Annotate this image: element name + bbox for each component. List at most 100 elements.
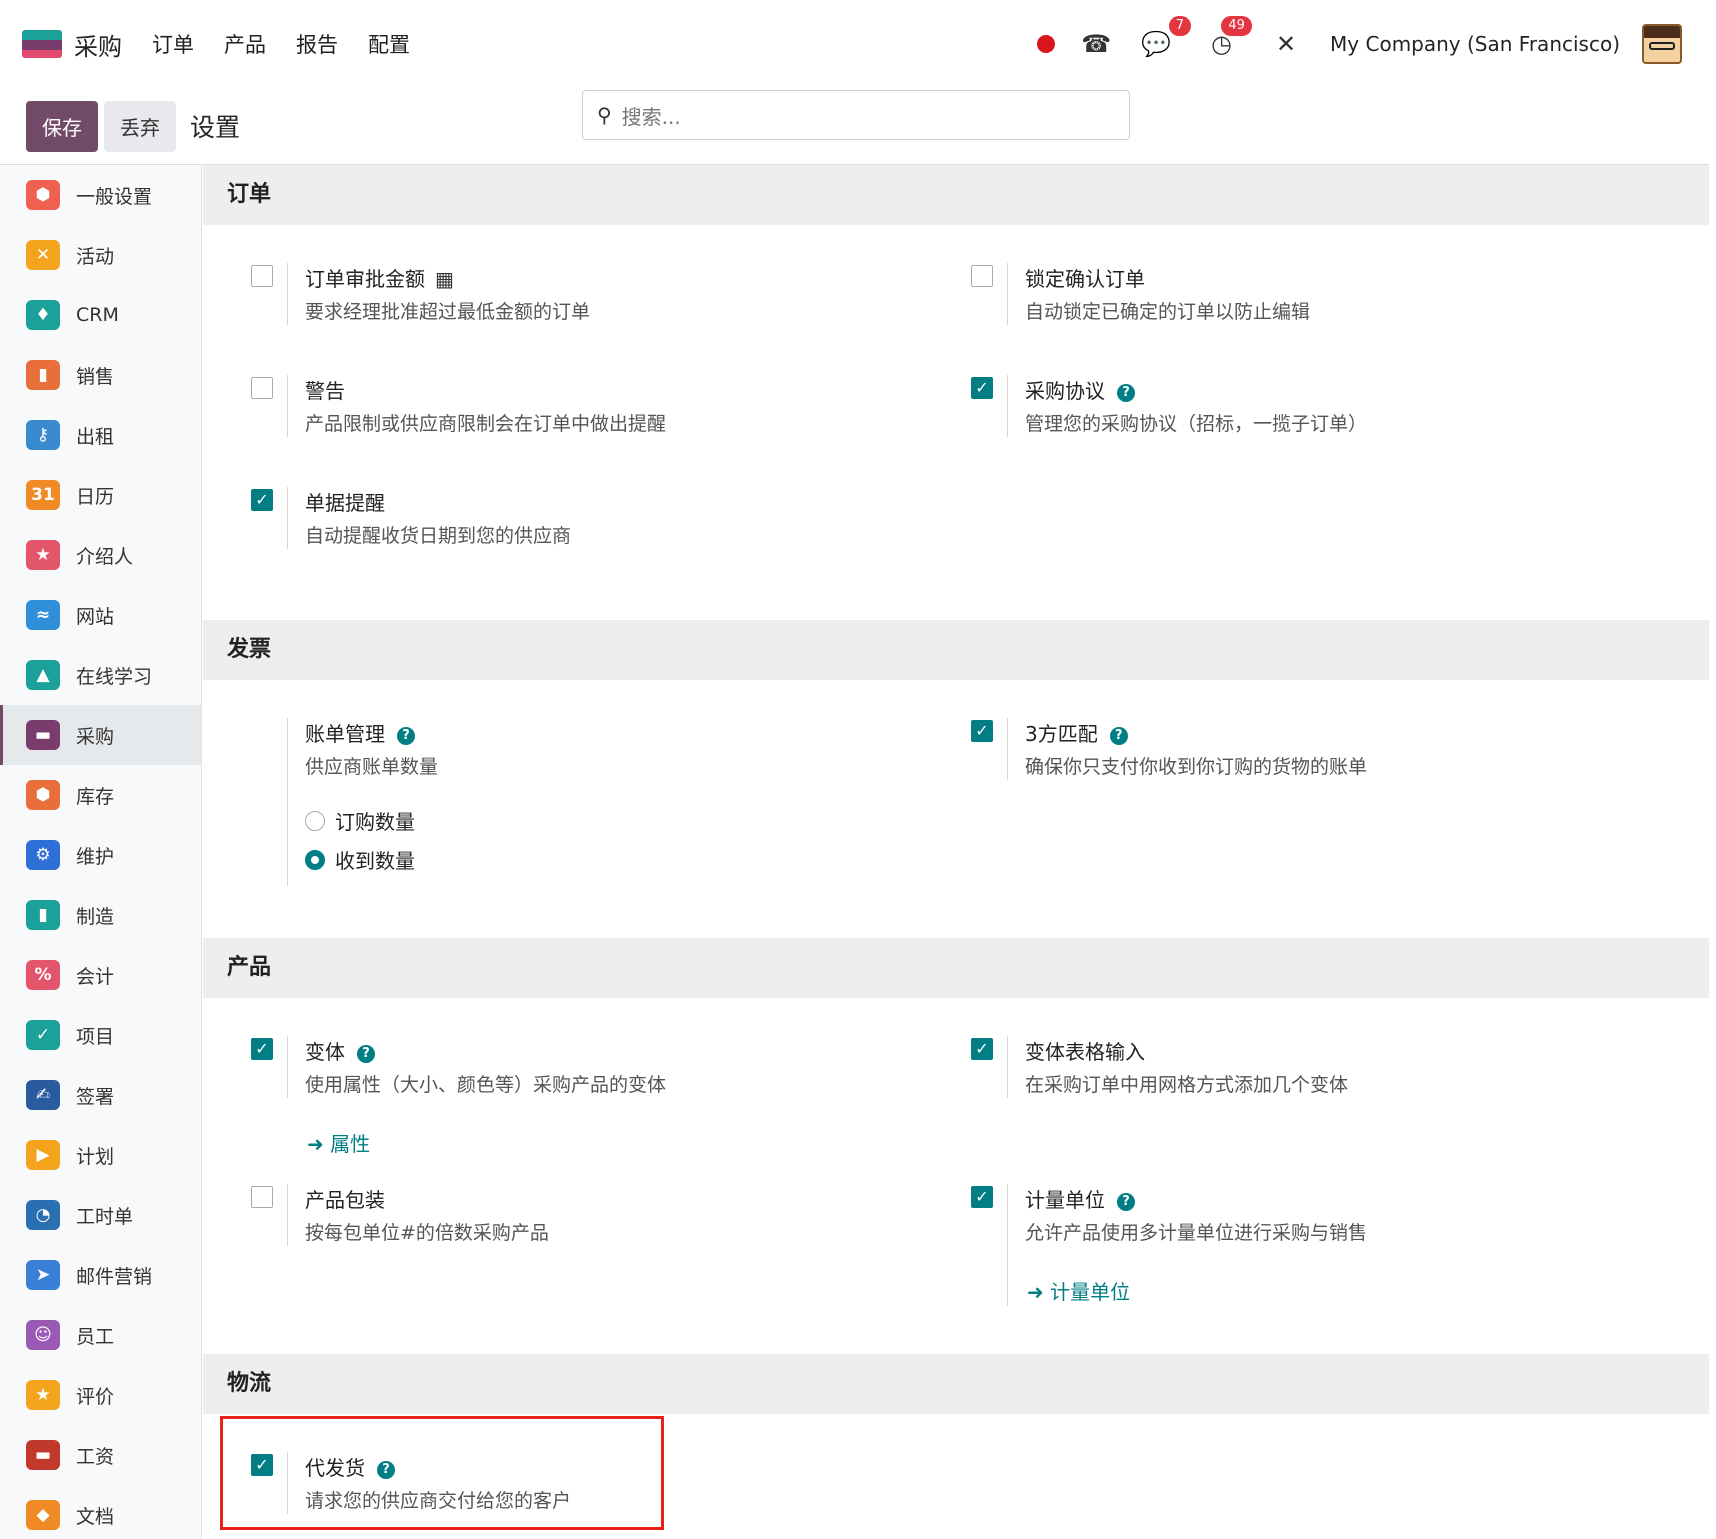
uom-link[interactable]: ➜ 计量单位 — [1027, 1276, 1130, 1305]
sidebar-item[interactable]: ♦ CRM — [0, 285, 201, 345]
sidebar-item[interactable]: ✕ 活动 — [0, 225, 201, 285]
sidebar-item[interactable]: ★ 评价 — [0, 1365, 201, 1425]
section-header-orders: 订单 — [203, 165, 1709, 225]
checkbox-purchase-agreements[interactable]: ✓ — [971, 377, 993, 399]
radio-button-selected[interactable] — [305, 849, 325, 870]
sidebar-item[interactable]: ▬ 采购 — [0, 705, 201, 765]
search-icon: ⚲ — [597, 103, 612, 127]
checkbox-product-packaging[interactable] — [251, 1186, 273, 1208]
radio-ordered-qty[interactable]: 订购数量 — [305, 806, 415, 835]
sidebar-item-label: 销售 — [76, 365, 115, 388]
radio-button[interactable] — [305, 810, 325, 831]
help-icon[interactable]: ? — [1109, 727, 1128, 745]
setting-description: 按每包单位#的倍数采购产品 — [305, 1222, 549, 1244]
sidebar-app-icon: ☺ — [26, 1320, 60, 1350]
checkbox-order-approval[interactable] — [251, 265, 273, 287]
app-name[interactable]: 采购 — [74, 27, 122, 62]
checkbox-lock-orders[interactable] — [971, 265, 993, 287]
sidebar-item[interactable]: ⬢ 库存 — [0, 765, 201, 825]
checkbox-3way-match[interactable]: ✓ — [971, 720, 993, 742]
menu-orders[interactable]: 订单 — [152, 29, 194, 59]
sidebar-item-label: 网站 — [76, 605, 115, 628]
company-building-icon: ▦ — [435, 267, 454, 291]
sidebar-item[interactable]: 31 日历 — [0, 465, 201, 525]
setting-description: 自动提醒收货日期到您的供应商 — [305, 525, 572, 547]
sidebar-item-label: 评价 — [76, 1385, 115, 1408]
sidebar-app-icon: ⬢ — [26, 180, 60, 210]
checkbox-variants[interactable]: ✓ — [251, 1038, 273, 1060]
discard-button[interactable]: 丢弃 — [104, 100, 176, 152]
sidebar-app-icon: % — [26, 960, 60, 990]
setting-description: 在采购订单中用网格方式添加几个变体 — [1025, 1074, 1349, 1096]
menu-products[interactable]: 产品 — [224, 29, 266, 59]
setting-title: 单据提醒 — [305, 491, 385, 515]
checkbox-warnings[interactable] — [251, 377, 273, 399]
section-header-invoice: 发票 — [203, 620, 1709, 680]
sidebar-item[interactable]: ⚙ 维护 — [0, 825, 201, 885]
phone-icon[interactable]: ☎ — [1081, 30, 1111, 58]
checkbox-receipt-reminder[interactable]: ✓ — [251, 489, 273, 511]
link-label: 计量单位 — [1050, 1280, 1131, 1304]
sidebar-item[interactable]: ▶ 计划 — [0, 1125, 201, 1185]
record-icon[interactable] — [1037, 35, 1056, 53]
setting-description: 产品限制或供应商限制会在订单中做出提醒 — [305, 413, 667, 435]
sidebar-item-label: 计划 — [76, 1145, 115, 1168]
settings-main: 订单 订单审批金额 ▦ 要求经理批准超过最低金额的订单 锁定确认订单 自动锁定已确… — [203, 164, 1709, 1539]
section-header-logistics: 物流 — [203, 1354, 1709, 1414]
sidebar-item[interactable]: ◆ 文档 — [0, 1485, 201, 1539]
sidebar-app-icon: ▬ — [26, 1440, 60, 1470]
sidebar-item[interactable]: ▲ 在线学习 — [0, 645, 201, 705]
page-title: 设置 — [190, 113, 241, 142]
sidebar-item[interactable]: ▬ 工资 — [0, 1425, 201, 1485]
user-avatar[interactable] — [1642, 24, 1682, 64]
sidebar-item-label: 在线学习 — [76, 665, 153, 688]
sidebar-app-icon: ◆ — [26, 1500, 60, 1530]
checkbox-variant-grid[interactable]: ✓ — [971, 1038, 993, 1060]
sidebar-item[interactable]: ◔ 工时单 — [0, 1185, 201, 1245]
checkbox-units-of-measure[interactable]: ✓ — [971, 1186, 993, 1208]
sidebar-item[interactable]: ≈ 网站 — [0, 585, 201, 645]
sidebar-item[interactable]: % 会计 — [0, 945, 201, 1005]
activity-clock-icon[interactable]: ◷ 49 — [1211, 16, 1252, 58]
sidebar-item[interactable]: ▮ 销售 — [0, 345, 201, 405]
company-switcher[interactable]: My Company (San Francisco) — [1330, 32, 1620, 56]
sidebar-item-label: 项目 — [76, 1025, 115, 1048]
sidebar-app-icon: ➤ — [26, 1260, 60, 1290]
sidebar-item-label: 签署 — [76, 1085, 115, 1108]
search-input[interactable]: ⚲ 搜索... — [582, 90, 1130, 140]
sidebar-item[interactable]: ☺ 员工 — [0, 1305, 201, 1365]
activities-badge: 49 — [1221, 16, 1252, 36]
help-icon[interactable]: ? — [1117, 1193, 1135, 1211]
sidebar-item[interactable]: ★ 介绍人 — [0, 525, 201, 585]
save-button[interactable]: 保存 — [26, 100, 98, 152]
menu-reports[interactable]: 报告 — [296, 29, 338, 59]
sidebar-app-icon: ▲ — [26, 660, 60, 690]
sidebar-item[interactable]: ▮ 制造 — [0, 885, 201, 945]
help-icon[interactable]: ? — [397, 727, 415, 745]
sidebar-item[interactable]: ➤ 邮件营销 — [0, 1245, 201, 1305]
sidebar-item-label: 日历 — [76, 485, 115, 508]
sidebar-item-label: 活动 — [76, 245, 115, 268]
menu-configuration[interactable]: 配置 — [368, 29, 410, 59]
help-icon[interactable]: ? — [357, 1045, 375, 1063]
radio-label: 订购数量 — [335, 810, 415, 834]
messages-badge: 7 — [1168, 16, 1191, 36]
sidebar-item-label: 出租 — [76, 425, 115, 448]
purchase-app-icon[interactable] — [22, 30, 62, 58]
setting-title: 账单管理 — [305, 722, 385, 746]
setting-title: 采购协议 — [1025, 379, 1105, 403]
sidebar-item[interactable]: ⚷ 出租 — [0, 405, 201, 465]
setting-title: 变体表格输入 — [1025, 1040, 1145, 1064]
settings-sidebar: ⬢ 一般设置 ✕ 活动 ♦ CRM ▮ 销售 ⚷ 出租 31 日历 ★ 介绍人 ≈ 网站 ▲ 在线学习 ▬ 采购 ⬢ 库存… — [0, 164, 202, 1539]
sidebar-item[interactable]: ✓ 项目 — [0, 1005, 201, 1065]
debug-tools-icon[interactable]: ✕ — [1276, 30, 1296, 58]
top-navbar: 采购 订单 产品 报告 配置 ☎ 💬 7 ◷ 49 ✕ My Company (Sa… — [0, 0, 1716, 88]
sidebar-item-label: 邮件营销 — [76, 1265, 153, 1288]
radio-received-qty[interactable]: 收到数量 — [305, 845, 415, 874]
control-panel: 保存 丢弃 设置 ⚲ 搜索... — [0, 88, 1716, 164]
help-icon[interactable]: ? — [1117, 384, 1135, 402]
sidebar-item[interactable]: ✍ 签署 — [0, 1065, 201, 1125]
attributes-link[interactable]: ➜ 属性 — [307, 1128, 370, 1157]
sidebar-item[interactable]: ⬢ 一般设置 — [0, 165, 201, 225]
chat-icon[interactable]: 💬 7 — [1141, 16, 1191, 58]
